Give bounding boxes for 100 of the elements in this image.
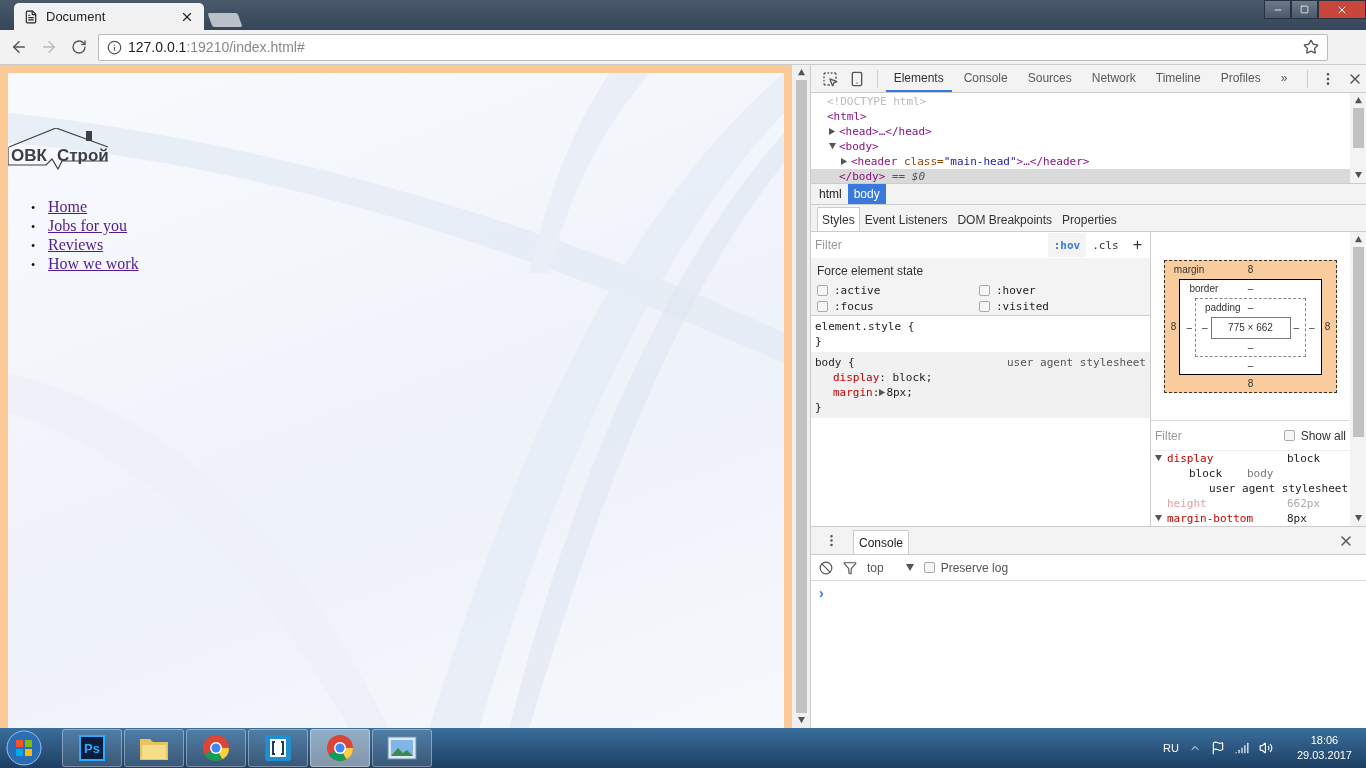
checkbox[interactable]: [979, 301, 990, 312]
scroll-up-icon[interactable]: [1354, 97, 1362, 104]
scroll-up-icon[interactable]: [1354, 236, 1362, 243]
style-property: display: block;: [832, 370, 934, 385]
nav-link[interactable]: Jobs for you: [48, 217, 128, 234]
breadcrumb[interactable]: html: [813, 184, 848, 204]
collapse-arrow-icon[interactable]: [1155, 455, 1162, 462]
scrollbar[interactable]: [1350, 93, 1366, 183]
flag-icon[interactable]: [1210, 741, 1225, 755]
box-value: –: [1200, 321, 1209, 336]
checkbox-label: :active: [834, 284, 881, 297]
clear-console-icon[interactable]: [819, 560, 833, 575]
taskbar-button[interactable]: [372, 729, 432, 767]
dropdown-caret-icon[interactable]: [905, 563, 914, 572]
box-value: 8: [1246, 376, 1255, 390]
bookmark-star-icon[interactable]: [1303, 39, 1319, 55]
address-bar[interactable]: 127.0.0.1:19210/index.html#: [98, 33, 1328, 61]
rule-selector: body {: [815, 355, 855, 370]
checkbox-label: :focus: [834, 300, 874, 313]
dom-node[interactable]: <head>…</head>: [811, 124, 1350, 139]
dom-node[interactable]: <html>: [811, 109, 1350, 124]
volume-icon[interactable]: [1258, 741, 1273, 755]
list-bullet: •: [31, 238, 37, 255]
tab-title: Document: [46, 9, 107, 24]
info-icon[interactable]: [107, 39, 122, 55]
checkbox-label: Show all: [1300, 428, 1346, 443]
hov-toggle[interactable]: :hov: [1047, 233, 1087, 257]
signal-icon[interactable]: [1234, 741, 1249, 755]
box-value: –: [1308, 320, 1316, 335]
devtools-tab[interactable]: Console: [955, 65, 1016, 92]
close-button[interactable]: [1318, 0, 1366, 19]
rule-selector: element.style {: [815, 319, 915, 334]
document-icon: [24, 9, 38, 24]
panel-tab[interactable]: Properties: [1057, 207, 1122, 231]
style-property: margin: 8px;: [832, 385, 914, 400]
taskbar-button[interactable]: [248, 729, 308, 767]
browser-tab[interactable]: Document: [14, 3, 204, 30]
panel-tab[interactable]: DOM Breakpoints: [952, 207, 1058, 231]
brackets-icon: [264, 734, 292, 762]
box-value: 8: [1247, 263, 1254, 275]
minimize-button[interactable]: [1264, 0, 1291, 19]
nav-link[interactable]: How we work: [48, 255, 139, 272]
photoshop-icon: Ps: [79, 735, 105, 761]
box-value: –: [1246, 340, 1255, 354]
clock[interactable]: 18:06 29.03.2017: [1296, 733, 1352, 763]
breadcrumb[interactable]: body: [847, 184, 886, 204]
drawer-tab[interactable]: Console: [853, 530, 910, 554]
taskbar-button[interactable]: [186, 729, 246, 767]
box-value: –: [1292, 321, 1301, 336]
logo[interactable]: ОВК Строй: [8, 128, 110, 178]
checkbox[interactable]: [817, 285, 828, 296]
collapse-arrow-icon[interactable]: [1155, 515, 1162, 522]
nav-link[interactable]: Reviews: [48, 236, 104, 253]
scroll-down-icon[interactable]: [797, 717, 805, 724]
new-tab-button[interactable]: [207, 13, 243, 27]
scrollbar[interactable]: [792, 65, 810, 728]
more-tabs-button[interactable]: »: [1272, 65, 1296, 92]
devtools-tab[interactable]: Sources: [1019, 65, 1080, 92]
language-indicator[interactable]: RU: [1163, 742, 1179, 754]
maximize-icon[interactable]: [1300, 5, 1309, 14]
box-label: border: [1189, 282, 1220, 294]
collapse-arrow-icon[interactable]: [829, 143, 836, 150]
devtools-tab[interactable]: Profiles: [1212, 65, 1269, 92]
checkbox[interactable]: [1283, 430, 1295, 442]
scroll-down-icon[interactable]: [1354, 515, 1362, 522]
nav-link[interactable]: Home: [48, 198, 88, 215]
checkbox[interactable]: [979, 285, 990, 296]
filter-icon[interactable]: [843, 560, 857, 575]
scroll-up-icon[interactable]: [797, 69, 805, 76]
expand-arrow-icon[interactable]: [829, 128, 836, 135]
console-prompt[interactable]: ›: [819, 585, 824, 601]
cls-toggle[interactable]: .cls: [1086, 233, 1125, 257]
panel-tab[interactable]: Event Listeners: [859, 207, 953, 231]
expand-arrow-icon[interactable]: [841, 158, 848, 165]
maximize-button[interactable]: [1291, 0, 1318, 19]
box-label: padding: [1204, 301, 1242, 313]
scrollbar[interactable]: [1350, 232, 1366, 526]
content-size: 775 × 662: [1210, 316, 1291, 339]
new-rule-button[interactable]: +: [1124, 236, 1150, 254]
dom-node[interactable]: <header class="main-head">…</header>: [811, 154, 1350, 169]
panel-tab[interactable]: Styles: [817, 207, 860, 231]
dom-node[interactable]: </body> == $0: [811, 169, 1350, 183]
checkbox-label: Preserve log: [940, 560, 1009, 575]
checkbox[interactable]: [923, 562, 935, 573]
taskbar-button[interactable]: [124, 729, 184, 767]
checkbox[interactable]: [817, 301, 828, 312]
start-button[interactable]: [6, 730, 42, 766]
scroll-down-icon[interactable]: [1354, 172, 1362, 179]
box-label: margin: [1173, 263, 1206, 275]
box-value: –: [1247, 301, 1254, 313]
context-select[interactable]: top: [867, 560, 914, 575]
taskbar-button[interactable]: Ps: [62, 729, 122, 767]
expand-arrow-icon[interactable]: [879, 389, 887, 396]
devtools-tab[interactable]: Network: [1083, 65, 1144, 92]
computed-property[interactable]: margin-bottom 8px: [1151, 511, 1350, 526]
devtools-tab[interactable]: Elements: [885, 65, 952, 92]
dom-node[interactable]: <body>: [811, 139, 1350, 154]
computed-property[interactable]: display block: [1151, 451, 1350, 466]
chrome-icon: [202, 734, 230, 762]
devtools-tab[interactable]: Timeline: [1147, 65, 1209, 92]
